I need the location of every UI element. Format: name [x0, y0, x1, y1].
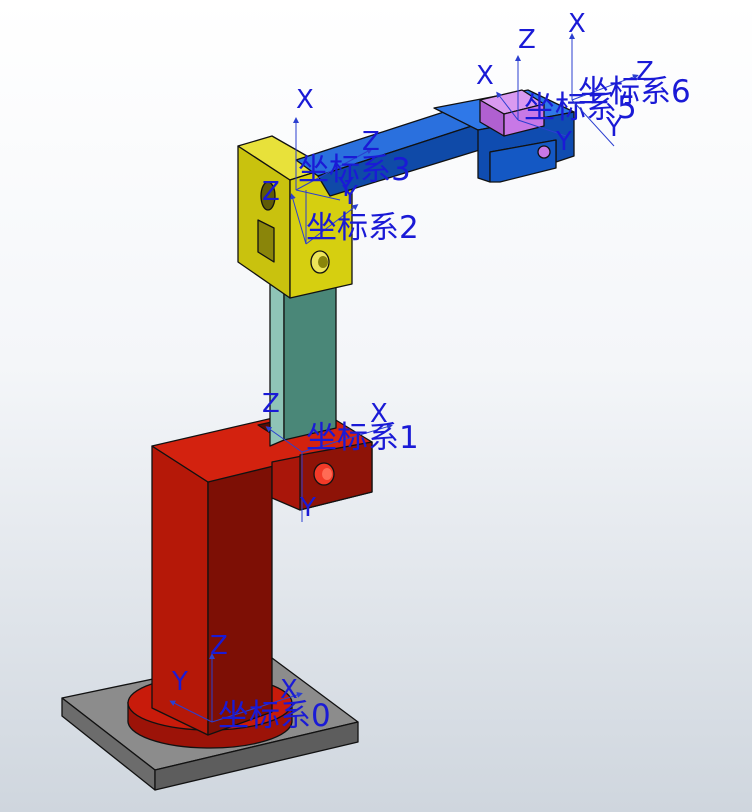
- frame-5-axis-z: X: [476, 61, 494, 91]
- frame-1-axis-y: Y: [299, 493, 316, 523]
- frame-6-label: 坐标系6: [578, 74, 691, 110]
- frame-5-axis-x: Z: [518, 25, 536, 55]
- frame-1-axis-z: Z: [262, 389, 280, 419]
- frame-0-axis-z: Z: [210, 631, 228, 661]
- frame-6-axis-y: Y: [605, 113, 622, 143]
- frame-6-axis-x: X: [568, 9, 586, 39]
- frame-5-axis-y: Y: [555, 127, 572, 157]
- frame-2-axis-z: Z: [262, 177, 280, 207]
- frame-2-label: 坐标系2: [306, 210, 419, 246]
- frame-0-axis-y: Y: [171, 667, 188, 697]
- robot-arm-viewport[interactable]: Z Y X 坐标系0 Z X Y 坐标系1 Z Y 坐标系2 X Z Y 坐标系…: [0, 0, 752, 812]
- frame-0-label: 坐标系0: [218, 698, 331, 734]
- frame-1-label: 坐标系1: [306, 420, 419, 456]
- frame-3-axis-x: X: [296, 85, 314, 115]
- frame-3-label: 坐标系3: [298, 152, 411, 188]
